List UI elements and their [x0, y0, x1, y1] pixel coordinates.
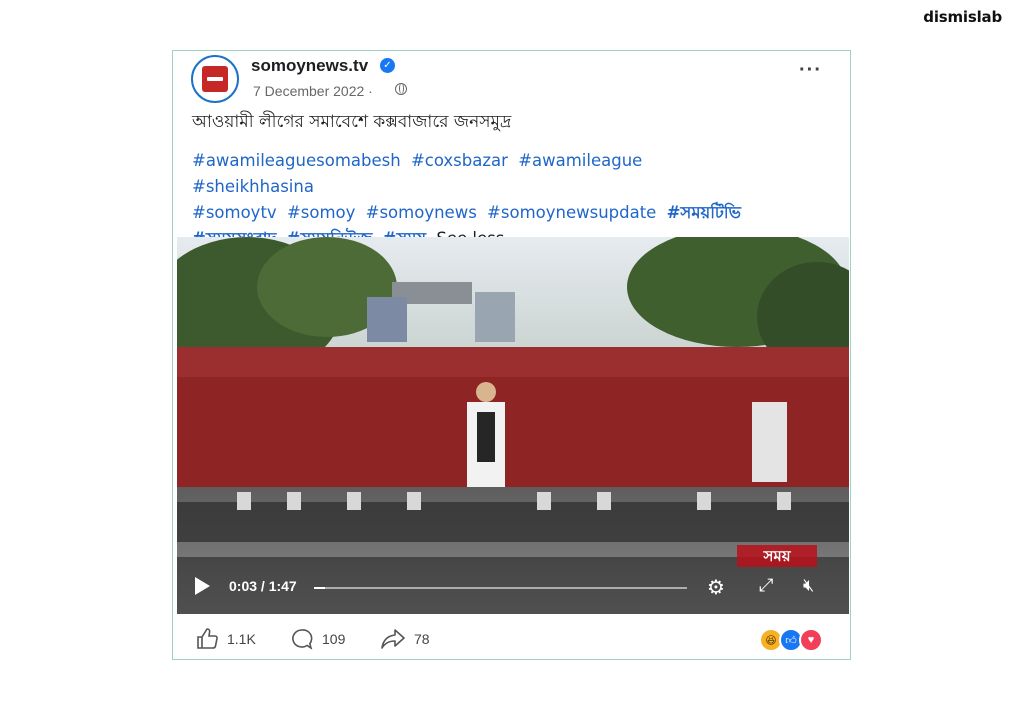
comment-count: 109 — [322, 631, 346, 647]
share-count: 78 — [414, 631, 430, 647]
hashtag-link[interactable]: #সময়টিভি — [667, 203, 741, 222]
hashtag-link[interactable]: #somoy — [287, 203, 355, 222]
settings-icon[interactable]: ⚙ — [707, 575, 725, 600]
hashtag-link[interactable]: #awamileaguesomabesh — [192, 151, 401, 170]
comment-icon — [292, 629, 313, 650]
video-progress-fill — [314, 587, 326, 589]
page-name[interactable]: somoynews.tv — [251, 56, 368, 76]
play-icon[interactable] — [195, 577, 210, 595]
love-icon: ♥ — [799, 628, 823, 652]
like-count: 1.1K — [227, 631, 256, 647]
public-globe-icon — [395, 83, 407, 95]
rally-video-frame: সময় — [177, 237, 849, 614]
hashtag-link[interactable]: #sheikhhasina — [192, 177, 314, 196]
share-icon — [381, 629, 405, 649]
hashtag-link[interactable]: #somoynews — [366, 203, 477, 222]
post-date[interactable]: 7 December 2022 · — [253, 83, 373, 99]
hashtag-link[interactable]: #somoynewsupdate — [487, 203, 656, 222]
video-time: 0:03 / 1:47 — [229, 578, 297, 594]
hashtag-line-2: #somoytv #somoy #somoynews #somoynewsupd… — [192, 200, 772, 226]
facebook-post-card: somoynews.tv ✓ 7 December 2022 · ··· আওয… — [172, 50, 851, 660]
engagement-bar: 1.1K 109 78 😆︎ 👍︎ ♥ — [195, 627, 835, 653]
like-icon — [197, 628, 218, 649]
post-caption: আওয়ামী লীগের সমাবেশে কক্সবাজারে জনসমুদ্… — [192, 112, 512, 132]
more-options-button[interactable]: ··· — [799, 59, 822, 82]
page-avatar[interactable] — [191, 55, 239, 103]
somoy-logo-icon — [202, 66, 228, 92]
hashtag-link[interactable]: #awamileague — [518, 151, 642, 170]
like-button[interactable]: 1.1K — [195, 627, 256, 651]
comment-button[interactable]: 109 — [290, 627, 345, 651]
video-progress-bar[interactable] — [314, 587, 687, 589]
hashtag-line-1: #awamileaguesomabesh #coxsbazar #awamile… — [192, 148, 772, 200]
channel-logo: সময় — [762, 548, 791, 565]
video-player[interactable]: সময় 0:03 / 1:47 ⚙ ⤢ 🔇︎ — [177, 237, 849, 614]
hashtag-link[interactable]: #coxsbazar — [411, 151, 508, 170]
fullscreen-icon[interactable]: ⤢ — [759, 575, 773, 596]
dismislab-watermark: dismislab — [923, 8, 1002, 26]
reaction-summary[interactable]: 😆︎ 👍︎ ♥ — [759, 628, 823, 652]
share-button[interactable]: 78 — [380, 627, 430, 651]
hashtag-link[interactable]: #somoytv — [192, 203, 277, 222]
mute-icon[interactable]: 🔇︎ — [803, 575, 814, 596]
verified-badge-icon: ✓ — [380, 58, 395, 73]
